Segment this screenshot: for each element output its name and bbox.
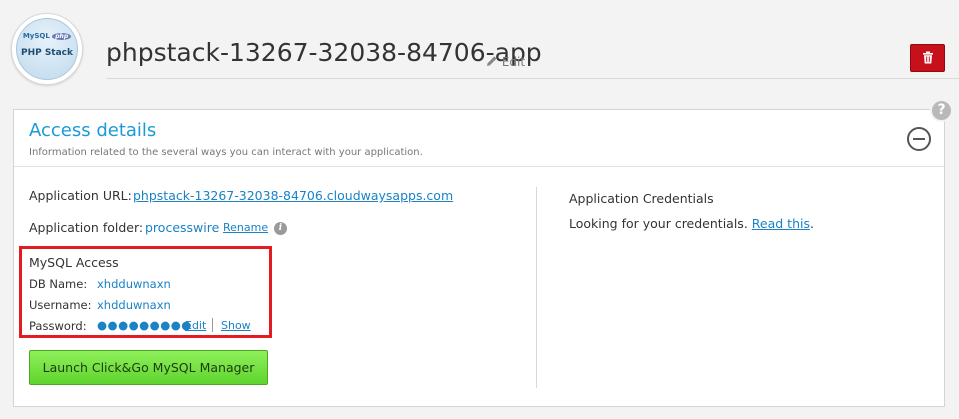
- mysql-access-heading: MySQL Access: [29, 255, 119, 270]
- page-title: phpstack-13267-32038-84706-app: [106, 38, 542, 67]
- app-folder-label: Application folder:: [29, 220, 144, 235]
- read-this-link[interactable]: Read this: [752, 216, 810, 231]
- password-label: Password:: [29, 319, 87, 333]
- edit-app-name-link[interactable]: Edit: [486, 55, 525, 69]
- logo-php-text: php: [52, 33, 72, 40]
- credentials-title: Application Credentials: [569, 191, 714, 206]
- username-value: xhdduwnaxn: [97, 298, 171, 312]
- info-icon[interactable]: i: [274, 222, 287, 235]
- app-logo-badge: MySQL php PHP Stack: [16, 18, 78, 80]
- trash-icon: [922, 49, 934, 68]
- logo-brand: MySQL php: [17, 32, 77, 40]
- panel-header: Access details Information related to th…: [14, 110, 944, 167]
- collapse-icon[interactable]: [907, 127, 931, 151]
- app-url-link[interactable]: phpstack-13267-32038-84706.cloudwaysapps…: [133, 188, 453, 203]
- column-divider: [536, 187, 537, 388]
- rename-folder-link[interactable]: Rename: [223, 221, 268, 234]
- pencil-icon: [486, 55, 498, 69]
- db-name-label: DB Name:: [29, 277, 88, 291]
- app-folder-value: processwire: [145, 220, 220, 235]
- password-mask: ●●●●●●●●●: [97, 318, 192, 332]
- show-password-link[interactable]: Show: [221, 319, 251, 332]
- edit-app-name-label: Edit: [501, 55, 526, 69]
- credentials-period: .: [809, 216, 814, 231]
- db-name-value: xhdduwnaxn: [97, 277, 171, 291]
- logo-stack-name: PHP Stack: [20, 48, 74, 58]
- credentials-text: Looking for your credentials. Read this.: [569, 216, 814, 231]
- app-logo: MySQL php PHP Stack: [11, 13, 83, 85]
- username-label: Username:: [29, 298, 92, 312]
- help-icon[interactable]: ?: [930, 99, 953, 122]
- delete-app-button[interactable]: [910, 44, 945, 72]
- app-url-label: Application URL:: [29, 188, 132, 203]
- edit-password-link[interactable]: Edit: [185, 319, 206, 332]
- credentials-prompt: Looking for your credentials.: [569, 216, 748, 231]
- logo-mysql-text: MySQL: [22, 32, 50, 40]
- title-divider: [106, 78, 959, 79]
- link-separator: [212, 318, 213, 332]
- launch-mysql-manager-button[interactable]: Launch Click&Go MySQL Manager: [29, 350, 268, 385]
- panel-title: Access details: [29, 120, 157, 141]
- panel-description: Information related to the several ways …: [29, 147, 423, 158]
